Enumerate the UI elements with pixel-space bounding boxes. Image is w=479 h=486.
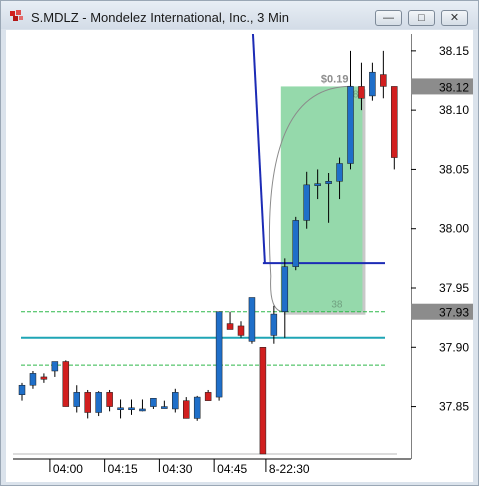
- candle-body: [369, 71, 376, 97]
- close-icon: ✕: [449, 12, 460, 24]
- candle-body: [18, 384, 26, 395]
- candle-body: [183, 400, 190, 419]
- price-chart[interactable]: 3838$0.19: [13, 34, 411, 459]
- candle-body: [95, 392, 102, 413]
- time-tick-label: 04:15: [108, 462, 138, 476]
- window-title: S.MDLZ - Mondelez International, Inc., 3…: [31, 10, 289, 25]
- price-axis[interactable]: 38.15 38.10 38.05 38.00 37.95 37.90 37.85 38.12…: [411, 34, 473, 459]
- candle-body: [314, 183, 321, 186]
- candle-body: [336, 163, 343, 182]
- candle-body: [270, 313, 278, 336]
- candle-body: [193, 396, 201, 419]
- candle-body: [292, 220, 299, 267]
- app-logo-icon: [10, 10, 23, 21]
- time-tick-label: 04:30: [162, 462, 192, 476]
- candle-body: [281, 266, 289, 312]
- candle-body: [29, 373, 37, 386]
- candle-body: [161, 406, 168, 409]
- candle-body: [106, 392, 113, 407]
- candle-body: [139, 408, 146, 412]
- price-tick-label: 37.90: [439, 340, 469, 354]
- candle-body: [73, 392, 80, 407]
- time-tick-label: 8-22:30: [269, 462, 310, 476]
- candle-body: [215, 311, 223, 398]
- candle-body: [117, 407, 124, 411]
- price-tick-label: 37.95: [439, 281, 469, 295]
- candle-body: [380, 74, 387, 87]
- minimize-button[interactable]: —: [375, 10, 402, 26]
- chart-window: S.MDLZ - Mondelez International, Inc., 3…: [0, 0, 479, 486]
- candle-body: [248, 297, 256, 342]
- price-tick-label: 38.05: [439, 162, 469, 176]
- trend-line: [251, 34, 266, 264]
- minimize-icon: —: [383, 12, 394, 24]
- candle-body: [150, 398, 157, 407]
- candle-body: [303, 184, 310, 221]
- candle-body: [128, 407, 135, 411]
- price-tick-label: 38.00: [439, 222, 469, 236]
- time-tick-label: 04:00: [53, 462, 83, 476]
- maximize-icon: □: [418, 12, 425, 24]
- candle-body: [40, 376, 48, 380]
- maximize-button[interactable]: □: [408, 10, 435, 26]
- candle-body: [325, 181, 332, 184]
- box-bottom-label: 38: [331, 300, 343, 311]
- time-axis[interactable]: 04:00 04:15 04:30 04:45 8-22:30: [13, 458, 411, 480]
- price-marker-label: 38.12: [439, 80, 469, 94]
- box-measure-label: $0.19: [321, 73, 349, 85]
- time-tick-label: 04:45: [217, 462, 247, 476]
- candle-body: [391, 86, 398, 158]
- price-tick-label: 37.85: [439, 400, 469, 414]
- candle-body: [358, 86, 365, 99]
- candle-body: [226, 323, 234, 330]
- close-button[interactable]: ✕: [441, 10, 468, 26]
- price-tick-label: 38.15: [439, 44, 469, 58]
- price-marker-label: 37.93: [439, 306, 469, 320]
- candle-body: [51, 361, 59, 372]
- candle-body: [204, 392, 212, 401]
- candle-body: [347, 86, 354, 164]
- price-tick-label: 38.10: [439, 103, 469, 117]
- candle-body: [259, 347, 267, 455]
- title-bar[interactable]: S.MDLZ - Mondelez International, Inc., 3…: [1, 1, 478, 29]
- candle-body: [172, 392, 179, 410]
- candle-body: [62, 361, 70, 407]
- candle-body: [237, 325, 245, 336]
- candle-body: [84, 392, 91, 413]
